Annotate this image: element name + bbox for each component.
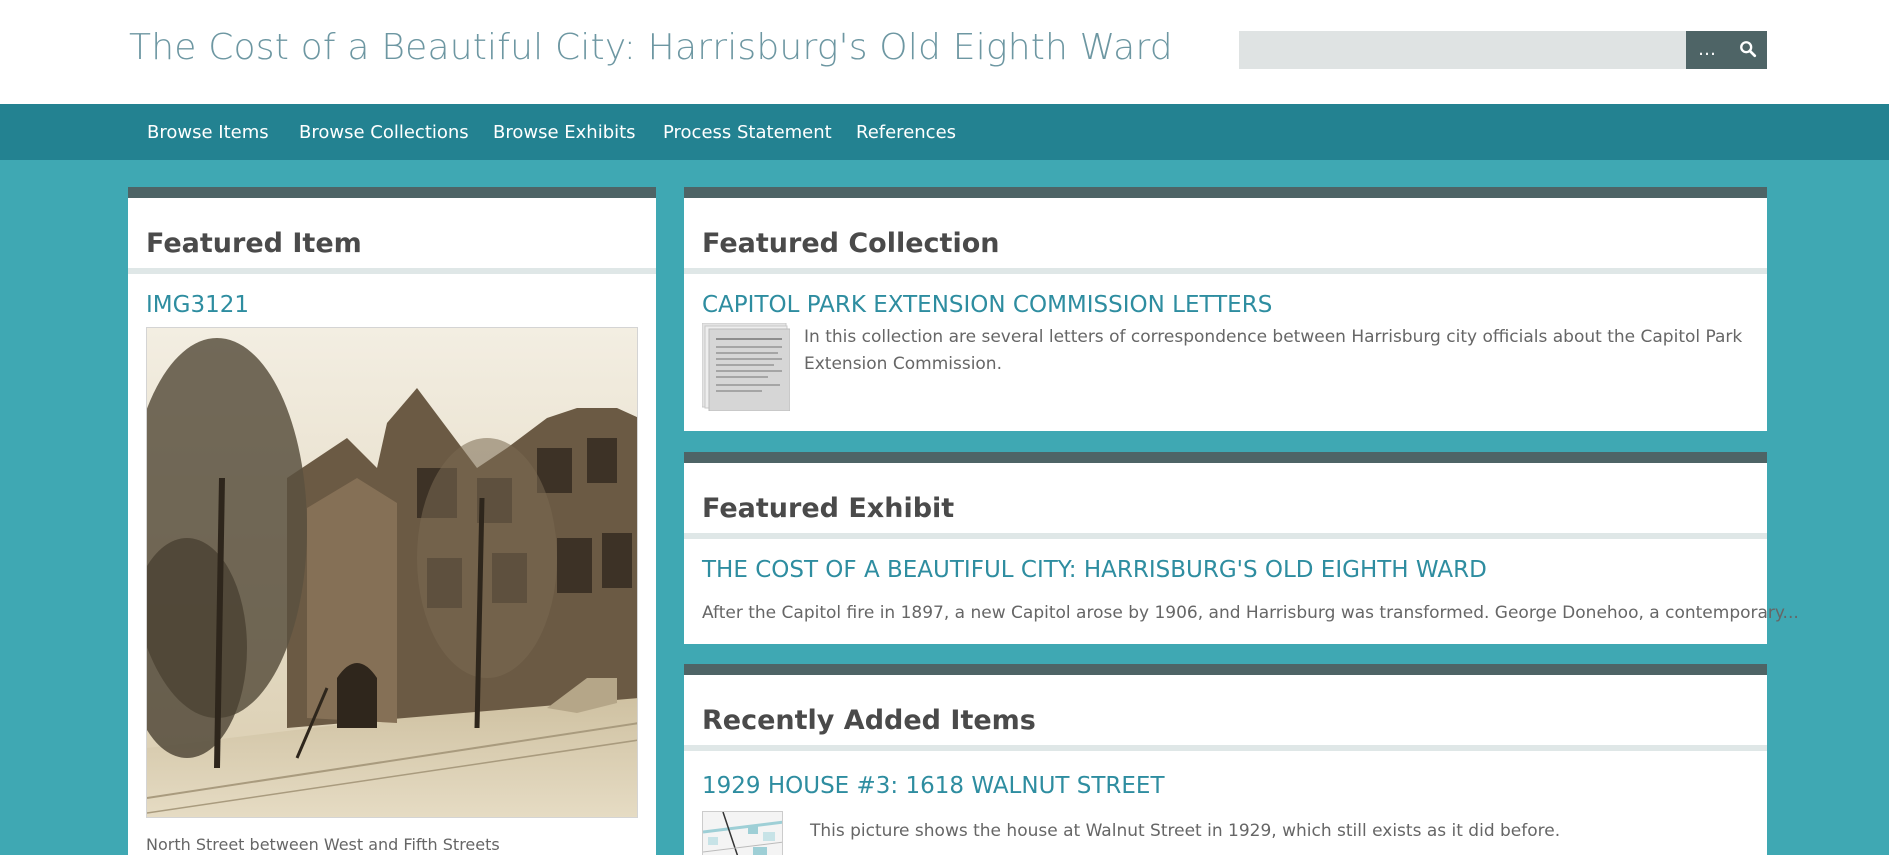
featured-item-heading: Featured Item (146, 228, 362, 259)
recent-item-description: This picture shows the house at Walnut S… (810, 821, 1561, 841)
featured-collection-heading: Featured Collection (702, 228, 1000, 259)
nav-process-statement[interactable]: Process Statement (663, 122, 832, 143)
divider (684, 745, 1767, 751)
nav-browse-items[interactable]: Browse Items (147, 122, 269, 143)
search-input[interactable] (1239, 31, 1686, 69)
featured-item-link[interactable]: IMG3121 (146, 292, 249, 318)
nav-references[interactable]: References (856, 122, 956, 143)
site-header: The Cost of a Beautiful City: Harrisburg… (0, 0, 1889, 104)
featured-exhibit-heading: Featured Exhibit (702, 493, 955, 524)
featured-collection-panel: Featured Collection CAPITOL PARK EXTENSI… (684, 187, 1767, 431)
divider (684, 533, 1767, 539)
featured-item-panel: Featured Item IMG3121 North Street betwe… (128, 187, 656, 855)
recent-items-panel: Recently Added Items 1929 HOUSE #3: 1618… (684, 664, 1767, 855)
divider (684, 268, 1767, 274)
featured-exhibit-link[interactable]: THE COST OF A BEAUTIFUL CITY: HARRISBURG… (702, 557, 1487, 583)
recent-item-thumbnail[interactable] (702, 811, 783, 855)
featured-collection-description: In this collection are several letters o… (804, 327, 1743, 374)
nav-browse-collections[interactable]: Browse Collections (299, 122, 469, 143)
nav-browse-exhibits[interactable]: Browse Exhibits (493, 122, 636, 143)
collection-thumbnail[interactable] (701, 322, 791, 412)
advanced-search-button[interactable]: … (1686, 31, 1728, 69)
search-button[interactable] (1728, 31, 1767, 69)
featured-item-image[interactable] (146, 327, 638, 818)
search-icon (1739, 41, 1756, 58)
recent-item-link[interactable]: 1929 HOUSE #3: 1618 WALNUT STREET (702, 773, 1165, 799)
divider (128, 268, 656, 274)
main-nav: Browse Items Browse Collections Browse E… (0, 104, 1889, 160)
street-photo (147, 328, 637, 817)
featured-exhibit-description: After the Capitol fire in 1897, a new Ca… (702, 603, 1799, 623)
featured-exhibit-panel: Featured Exhibit THE COST OF A BEAUTIFUL… (684, 452, 1799, 644)
featured-item-caption: North Street between West and Fifth Stre… (146, 835, 500, 854)
site-title[interactable]: The Cost of a Beautiful City: Harrisburg… (129, 27, 1173, 68)
featured-collection-link[interactable]: CAPITOL PARK EXTENSION COMMISSION LETTER… (702, 292, 1272, 318)
document-stack-icon (701, 322, 791, 412)
recent-items-heading: Recently Added Items (702, 705, 1036, 736)
map-thumbnail (703, 812, 782, 855)
